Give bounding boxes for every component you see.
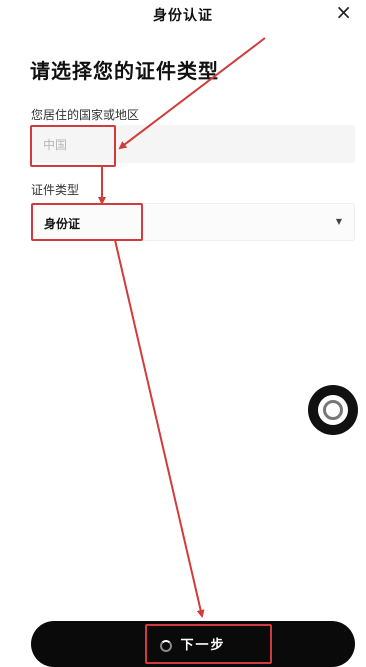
arrow-to-next — [114, 239, 205, 618]
arrow-to-region — [118, 37, 266, 150]
annotation-arrows — [98, 37, 266, 618]
